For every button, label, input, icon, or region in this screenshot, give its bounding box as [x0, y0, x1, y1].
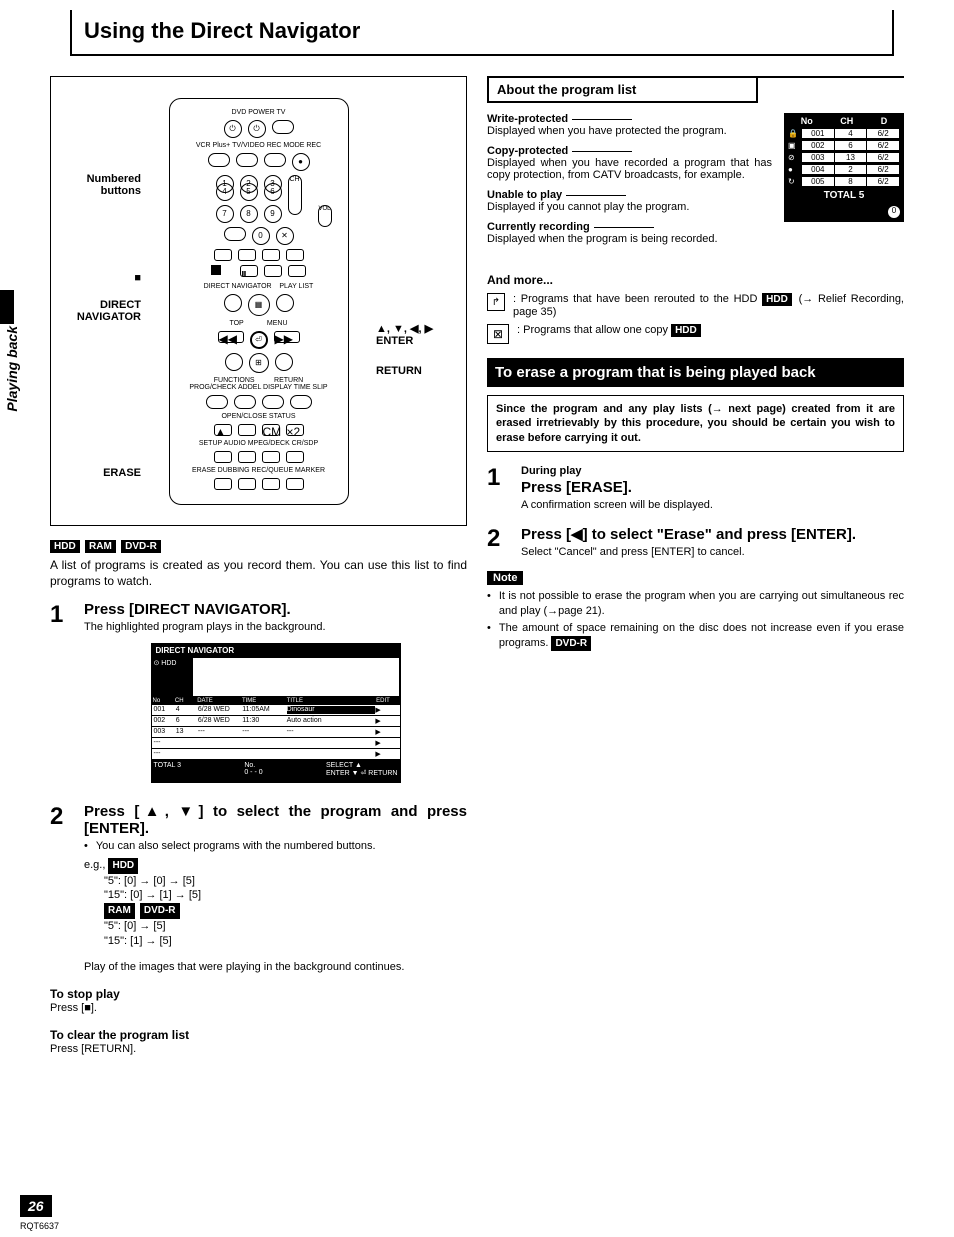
def-term: Unable to play [487, 189, 562, 201]
eg-label: e.g., [84, 859, 105, 871]
right-column: About the program list Write-protected D… [487, 76, 904, 1057]
and-more-item: ⊠ : Programs that allow one copy HDD [487, 324, 904, 344]
step-number: 2 [487, 525, 511, 560]
def-body: Displayed if you cannot play the program… [487, 201, 772, 213]
step-pre: During play [521, 464, 904, 479]
to-clear-head: To clear the program list [50, 1028, 467, 1042]
side-tab-marker [0, 290, 14, 324]
badge-hdd: HDD [50, 540, 80, 553]
mini-header: D [881, 116, 888, 126]
note-item: The amount of space remaining on the dis… [487, 621, 904, 651]
step-post: Play of the images that were playing in … [84, 960, 467, 975]
step-number: 2 [50, 803, 74, 975]
and-more-item: ↱ : Programs that have been rerouted to … [487, 293, 904, 318]
def-term: Currently recording [487, 221, 590, 233]
badge-dvdr-inline: DVD-R [140, 903, 180, 919]
step-title: Press [DIRECT NAVIGATOR]. [84, 601, 467, 618]
def-term: Copy-protected [487, 145, 568, 157]
eg-line: "15": [1] → [5] [104, 934, 467, 949]
eg-line: "5": [0] → [5] [104, 919, 467, 934]
mini-footer: TOTAL 5 [786, 188, 902, 203]
to-stop-body: Press [■]. [50, 1001, 467, 1016]
eg-line: "15": [0] → [1] → [5] [104, 888, 467, 903]
step-sub: The highlighted program plays in the bac… [84, 620, 467, 635]
to-clear-body: Press [RETURN]. [50, 1042, 467, 1057]
left-step-2: 2 Press [▲, ▼] to select the program and… [50, 803, 467, 975]
note-badge: Note [487, 571, 523, 585]
left-step-1: 1 Press [DIRECT NAVIGATOR]. The highligh… [50, 601, 467, 791]
and-more-head: And more... [487, 273, 904, 287]
def-body: Displayed when the program is being reco… [487, 233, 772, 245]
side-tab-label: Playing back [0, 320, 24, 418]
mini-header: CH [840, 116, 853, 126]
step-sub: A confirmation screen will be displayed. [521, 498, 904, 513]
reroute-icon: ↱ [487, 293, 505, 311]
mini-header: No [801, 116, 813, 126]
definitions: Write-protected Displayed when you have … [487, 113, 772, 253]
callout-erase: ERASE [61, 467, 141, 479]
callout-directnav: DIRECT NAVIGATOR [61, 299, 141, 323]
remote-body: DVD POWER TV ⏻⏻ VCR Plus+ TV/VIDEO REC M… [169, 98, 349, 505]
about-header: About the program list [487, 78, 758, 103]
left-column: Numbered buttons ■ DIRECT NAVIGATOR ERAS… [50, 76, 467, 1057]
note-item: It is not possible to erase the program … [487, 589, 904, 619]
direct-navigator-screen: DIRECT NAVIGATOR ⊙ HDD NoCHDATETIMETITLE… [151, 643, 401, 783]
title-bar: Using the Direct Navigator [70, 10, 894, 56]
page-number: 26 [20, 1195, 52, 1217]
badge-hdd-inline: HDD [108, 858, 138, 874]
badge-dvdr: DVD-R [121, 540, 161, 553]
page-code: RQT6637 [20, 1221, 59, 1231]
eg-line: "5": [0] → [0] → [5] [104, 874, 467, 889]
badge-ram-inline: RAM [104, 903, 135, 919]
badge-ram: RAM [85, 540, 116, 553]
about-header-box: About the program list [487, 76, 904, 103]
callout-numbered: Numbered buttons [61, 173, 141, 197]
step-number: 1 [487, 464, 511, 513]
screen-title: DIRECT NAVIGATOR [152, 644, 400, 657]
erase-warning: Since the program and any play lists (→ … [487, 395, 904, 452]
callout-stop: ■ [61, 272, 141, 284]
erase-step-1: 1 During play Press [ERASE]. A confirmat… [487, 464, 904, 513]
media-badges: HDD RAM DVD-R [50, 538, 467, 553]
mini-program-list: No CH D 🔒00146/2 ▣00266/2 ⊘003136/2 ●004… [784, 113, 904, 222]
def-body: Displayed when you have recorded a progr… [487, 157, 772, 181]
step-number: 1 [50, 601, 74, 791]
page-title: Using the Direct Navigator [84, 18, 880, 44]
onecopy-icon: ⊠ [487, 324, 509, 344]
erase-header: To erase a program that is being played … [487, 358, 904, 387]
callout-arrows: ▲, ▼, ◀, ▶ ENTER [376, 322, 456, 347]
step-bullet: You can also select programs with the nu… [84, 839, 467, 854]
step-title: Press [ERASE]. [521, 479, 904, 496]
step-title: Press [▲, ▼] to select the program and p… [84, 803, 467, 837]
callout-return: RETURN [376, 365, 456, 377]
left-intro: A list of programs is created as you rec… [50, 557, 467, 589]
to-stop-head: To stop play [50, 987, 467, 1001]
step-title: Press [◀] to select "Erase" and press [E… [521, 525, 904, 543]
def-term: Write-protected [487, 113, 568, 125]
erase-step-2: 2 Press [◀] to select "Erase" and press … [487, 525, 904, 560]
def-body: Displayed when you have protected the pr… [487, 125, 772, 137]
step-sub: Select "Cancel" and press [ENTER] to can… [521, 545, 904, 560]
remote-diagram: Numbered buttons ■ DIRECT NAVIGATOR ERAS… [50, 76, 467, 526]
